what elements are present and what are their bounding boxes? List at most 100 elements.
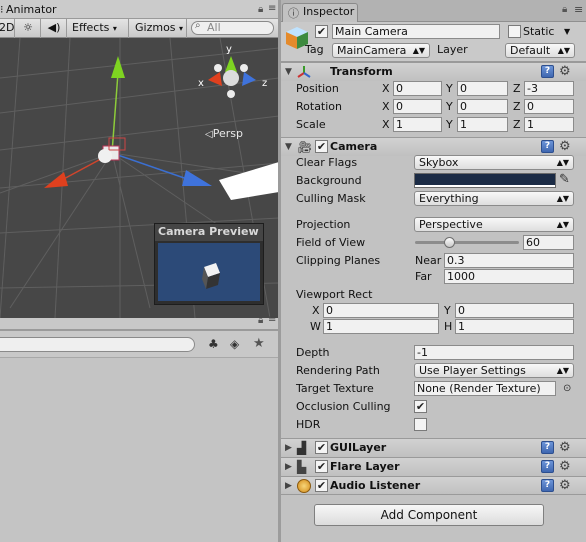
guilayer-enabled-checkbox[interactable]: ✔ bbox=[315, 441, 328, 454]
project-toolbar: ♣ ◈ ★ bbox=[0, 330, 279, 358]
inspector-menu-icon[interactable]: ≡ bbox=[574, 3, 583, 16]
scale-y-axis-label: Y bbox=[446, 118, 453, 131]
filter-by-label-icon[interactable]: ◈ bbox=[230, 337, 239, 351]
camera-help-icon[interactable]: ? bbox=[541, 140, 554, 153]
static-checkbox[interactable] bbox=[508, 25, 521, 38]
transform-foldout-icon[interactable]: ▼ bbox=[285, 63, 292, 81]
flare-layer-title: Flare Layer bbox=[330, 460, 400, 473]
viewport-h-label: H bbox=[444, 320, 453, 333]
viewport-w-field[interactable]: 1 bbox=[323, 319, 439, 334]
sun-icon[interactable]: ☼ bbox=[18, 19, 38, 38]
culling-mask-dropdown[interactable]: Everything ▲▼ bbox=[414, 191, 574, 206]
layer-dropdown[interactable]: Default ▲▼ bbox=[505, 43, 575, 58]
orientation-gizmo[interactable]: y x z bbox=[196, 42, 270, 112]
scale-label: Scale bbox=[296, 118, 326, 131]
camera-header[interactable]: ▼ 🎥︎ ✔ Camera ? ⚙ bbox=[281, 137, 586, 156]
fov-slider-track[interactable] bbox=[415, 241, 519, 244]
effects-dropdown[interactable]: Effects ▾ bbox=[72, 19, 117, 38]
scale-x-field[interactable]: 1 bbox=[393, 117, 442, 132]
position-y-field[interactable]: 0 bbox=[457, 81, 508, 96]
flare-layer-header[interactable]: ▶ ▙ ✔ Flare Layer ? ⚙ bbox=[281, 457, 586, 476]
speaker-icon[interactable]: ◀) bbox=[44, 19, 64, 38]
audio-listener-enabled-checkbox[interactable]: ✔ bbox=[315, 479, 328, 492]
rendering-path-dropdown[interactable]: Use Player Settings ▲▼ bbox=[414, 363, 574, 378]
project-lock-icon[interactable]: 🔒︎ bbox=[258, 315, 263, 326]
flare-layer-gear-icon[interactable]: ⚙ bbox=[559, 460, 571, 474]
object-name-field[interactable]: Main Camera bbox=[332, 24, 500, 39]
transform-gear-icon[interactable]: ⚙ bbox=[559, 65, 571, 79]
flare-layer-help-icon[interactable]: ? bbox=[541, 460, 554, 473]
occlusion-culling-checkbox[interactable]: ✔ bbox=[414, 400, 427, 413]
far-field[interactable]: 1000 bbox=[444, 269, 574, 284]
persp-label[interactable]: ◁Persp bbox=[205, 127, 243, 140]
inspector-tab[interactable]: ⓘ Inspector bbox=[282, 3, 358, 22]
eyedropper-icon[interactable]: ✎ bbox=[559, 172, 570, 188]
audio-listener-component-icon bbox=[297, 479, 311, 493]
filter-by-type-icon[interactable]: ♣ bbox=[208, 337, 219, 351]
scene-viewport[interactable]: y x z ◁Persp Camera Preview bbox=[0, 38, 279, 318]
guilayer-help-icon[interactable]: ? bbox=[541, 441, 554, 454]
guilayer-foldout-icon[interactable]: ▶ bbox=[285, 439, 292, 457]
viewport-h-field[interactable]: 1 bbox=[455, 319, 574, 334]
inspector-lock-icon[interactable]: 🔒︎ bbox=[562, 4, 567, 15]
active-checkbox[interactable]: ✔ bbox=[315, 25, 328, 38]
gizmos-dropdown[interactable]: Gizmos ▾ bbox=[135, 19, 183, 38]
scene-object[interactable] bbox=[209, 162, 279, 202]
tab-menu-icon[interactable]: ≡ bbox=[268, 0, 276, 18]
target-texture-field[interactable]: None (Render Texture) bbox=[414, 381, 556, 396]
scene-toolbar: 2D ☼ ◀) Effects ▾ Gizmos ▾ ⌕ All bbox=[0, 19, 279, 38]
audio-listener-gear-icon[interactable]: ⚙ bbox=[559, 479, 571, 493]
animator-tab-icon[interactable]: ⁝ bbox=[0, 0, 4, 19]
scene-search-input[interactable]: ⌕ All bbox=[191, 20, 274, 35]
viewport-y-field[interactable]: 0 bbox=[455, 303, 574, 318]
favorites-star-icon[interactable]: ★ bbox=[253, 336, 265, 351]
depth-field[interactable]: -1 bbox=[414, 345, 574, 360]
project-tabbar: 🔒︎ ≡ bbox=[0, 314, 279, 330]
scale-z-axis-label: Z bbox=[513, 118, 521, 131]
projection-dropdown[interactable]: Perspective ▲▼ bbox=[414, 217, 574, 232]
2d-toggle-button[interactable]: 2D bbox=[0, 19, 14, 38]
project-search-input[interactable] bbox=[0, 337, 195, 352]
rotation-y-field[interactable]: 0 bbox=[457, 99, 508, 114]
position-x-field[interactable]: 0 bbox=[393, 81, 442, 96]
tag-dropdown[interactable]: MainCamera ▲▼ bbox=[332, 43, 430, 58]
camera-enabled-checkbox[interactable]: ✔ bbox=[315, 140, 328, 153]
lock-icon[interactable]: 🔒︎ bbox=[258, 0, 263, 19]
flare-layer-enabled-checkbox[interactable]: ✔ bbox=[315, 460, 328, 473]
static-dropdown-arrow-icon[interactable]: ▼ bbox=[564, 24, 570, 39]
viewport-x-field[interactable]: 0 bbox=[323, 303, 439, 318]
animator-tab[interactable]: Animator bbox=[6, 0, 57, 19]
rotation-label: Rotation bbox=[296, 100, 343, 113]
transform-header[interactable]: ▼ Transform ? ⚙ bbox=[281, 62, 586, 81]
scale-z-field[interactable]: 1 bbox=[524, 117, 574, 132]
camera-gear-icon[interactable]: ⚙ bbox=[559, 140, 571, 154]
guilayer-gear-icon[interactable]: ⚙ bbox=[559, 441, 571, 455]
hdr-checkbox[interactable] bbox=[414, 418, 427, 431]
projection-label: Projection bbox=[296, 218, 351, 231]
camera-foldout-icon[interactable]: ▼ bbox=[285, 138, 292, 156]
project-tab-menu-icon[interactable]: ≡ bbox=[268, 314, 276, 325]
position-z-axis-label: Z bbox=[513, 82, 521, 95]
transform-help-icon[interactable]: ? bbox=[541, 65, 554, 78]
guilayer-header[interactable]: ▶ ▟ ✔ GUILayer ? ⚙ bbox=[281, 438, 586, 457]
position-label: Position bbox=[296, 82, 339, 95]
clear-flags-dropdown[interactable]: Skybox ▲▼ bbox=[414, 155, 574, 170]
object-picker-icon[interactable]: ⊙ bbox=[563, 381, 571, 396]
background-color-swatch[interactable] bbox=[414, 173, 556, 188]
rotation-z-field[interactable]: 0 bbox=[524, 99, 574, 114]
flare-layer-foldout-icon[interactable]: ▶ bbox=[285, 458, 292, 476]
fov-slider-thumb[interactable] bbox=[444, 237, 456, 248]
audio-listener-header[interactable]: ▶ ✔ Audio Listener ? ⚙ bbox=[281, 476, 586, 495]
audio-listener-help-icon[interactable]: ? bbox=[541, 479, 554, 492]
fov-value-field[interactable]: 60 bbox=[523, 235, 574, 250]
hdr-label: HDR bbox=[296, 418, 321, 431]
rotation-x-field[interactable]: 0 bbox=[393, 99, 442, 114]
add-component-button[interactable]: Add Component bbox=[314, 504, 544, 526]
scale-y-field[interactable]: 1 bbox=[457, 117, 508, 132]
audio-listener-foldout-icon[interactable]: ▶ bbox=[285, 477, 292, 495]
scale-x-axis-label: X bbox=[382, 118, 390, 131]
background-alpha-bar bbox=[415, 185, 555, 187]
object-header: ✔ Main Camera Static ▼ Tag MainCamera ▲▼ … bbox=[281, 22, 586, 62]
near-field[interactable]: 0.3 bbox=[444, 253, 574, 268]
position-z-field[interactable]: -3 bbox=[524, 81, 574, 96]
